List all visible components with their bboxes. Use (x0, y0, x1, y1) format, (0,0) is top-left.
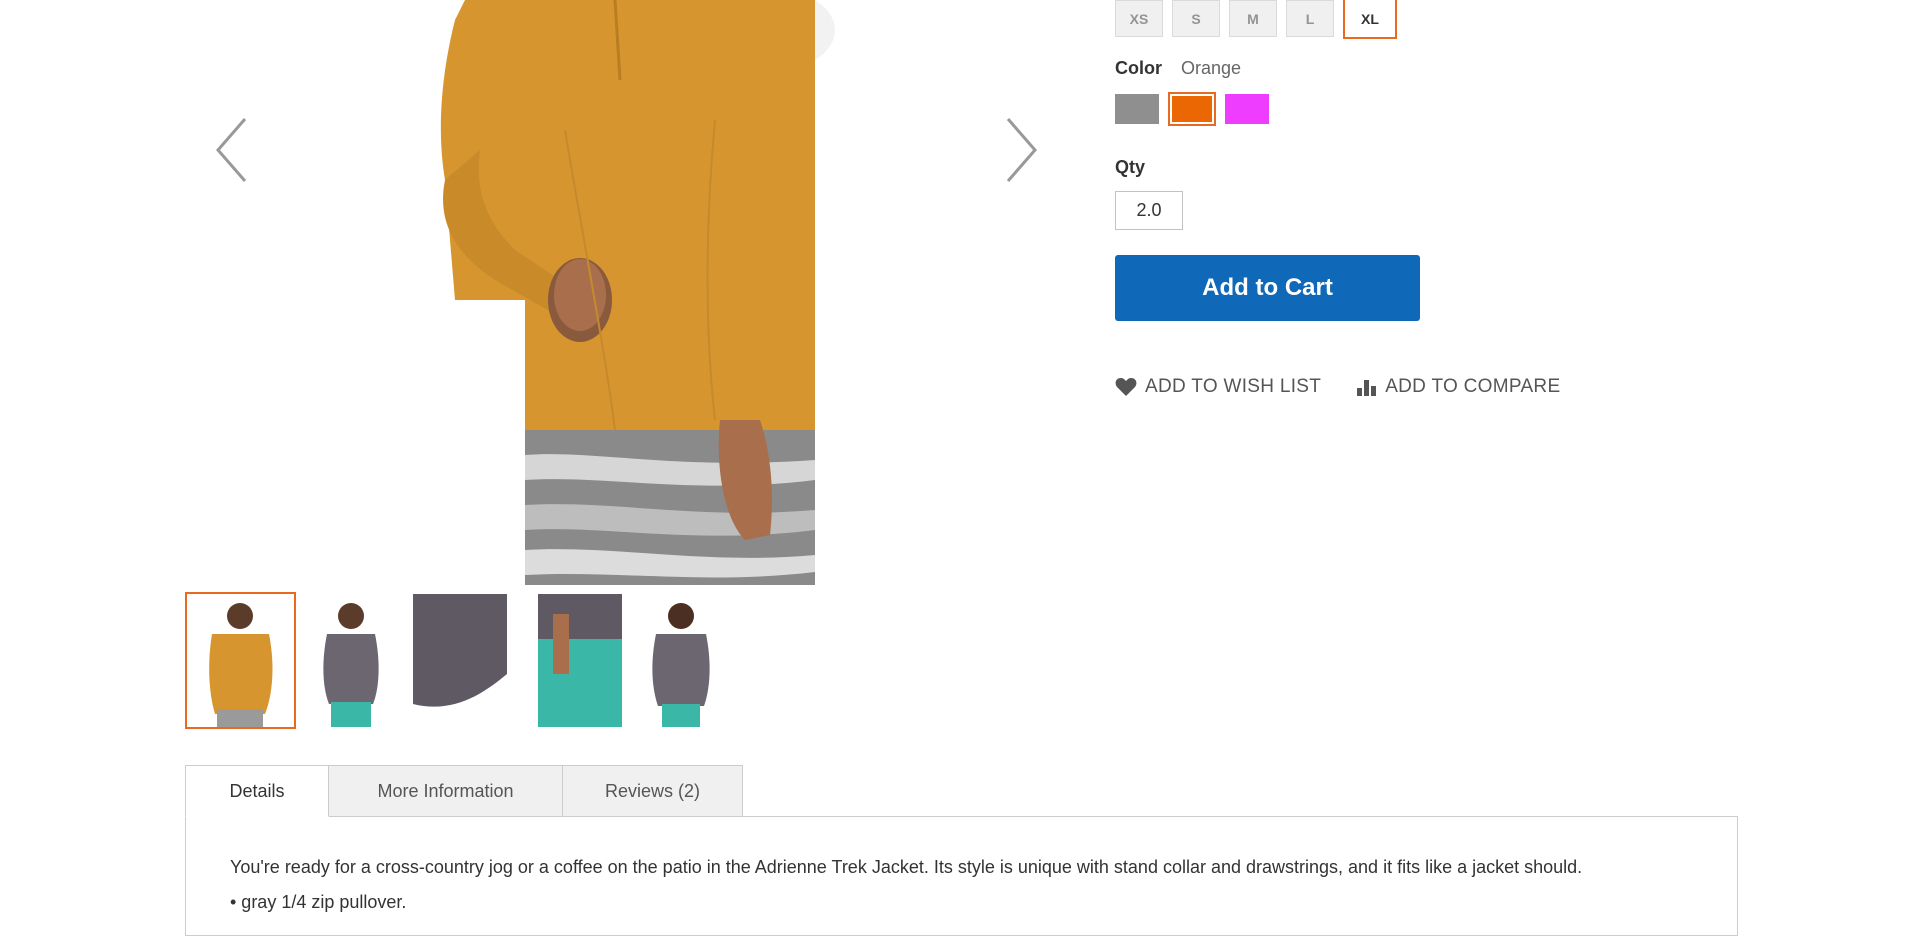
thumbnail-4[interactable] (521, 592, 624, 729)
heart-icon (1115, 378, 1137, 396)
chevron-left-icon (216, 118, 247, 182)
product-photo (440, 0, 835, 585)
product-info-tabs: Details More Information Reviews (2) (185, 765, 743, 817)
add-to-cart-button[interactable]: Add to Cart (1115, 255, 1420, 321)
gallery-prev-arrow[interactable] (213, 115, 253, 185)
size-options: XS S M L XL (1115, 0, 1397, 39)
details-bullet: • gray 1/4 zip pullover. (230, 892, 407, 912)
color-swatch-purple[interactable] (1225, 94, 1269, 124)
qty-label: Qty (1115, 157, 1146, 177)
color-label: Color (1115, 58, 1162, 78)
compare-label: ADD TO COMPARE (1385, 376, 1561, 397)
color-options (1115, 92, 1269, 126)
tab-reviews[interactable]: Reviews (2) (562, 765, 743, 817)
tab-more-information[interactable]: More Information (328, 765, 563, 817)
size-option-xl[interactable]: XL (1343, 0, 1397, 39)
tab-details[interactable]: Details (185, 765, 329, 817)
wishlist-label: ADD TO WISH LIST (1145, 376, 1322, 397)
color-selected-value: Orange (1181, 58, 1242, 78)
thumbnail-5[interactable] (636, 592, 726, 729)
size-option-s[interactable]: S (1172, 0, 1220, 37)
details-description: You're ready for a cross-country jog or … (230, 857, 1583, 877)
product-main-image (375, 0, 835, 585)
gallery-next-arrow[interactable] (1000, 115, 1040, 185)
thumbnail-2[interactable] (307, 592, 395, 729)
size-option-xs[interactable]: XS (1115, 0, 1163, 37)
color-swatch-orange[interactable] (1168, 92, 1216, 126)
qty-input[interactable] (1115, 191, 1183, 230)
color-attribute: Color Orange (1115, 58, 1241, 79)
size-option-l[interactable]: L (1286, 0, 1334, 37)
compare-icon (1357, 380, 1377, 396)
details-panel: You're ready for a cross-country jog or … (185, 816, 1738, 936)
thumbnail-1[interactable] (185, 592, 296, 729)
add-to-compare-link[interactable]: ADD TO COMPARE (1357, 376, 1560, 398)
add-to-wishlist-link[interactable]: ADD TO WISH LIST (1115, 376, 1321, 398)
product-social-actions: ADD TO WISH LIST ADD TO COMPARE (1115, 376, 1560, 398)
color-swatch-gray[interactable] (1115, 94, 1159, 124)
size-option-m[interactable]: M (1229, 0, 1277, 37)
thumbnail-3[interactable] (411, 592, 509, 729)
chevron-right-icon (1006, 118, 1037, 182)
